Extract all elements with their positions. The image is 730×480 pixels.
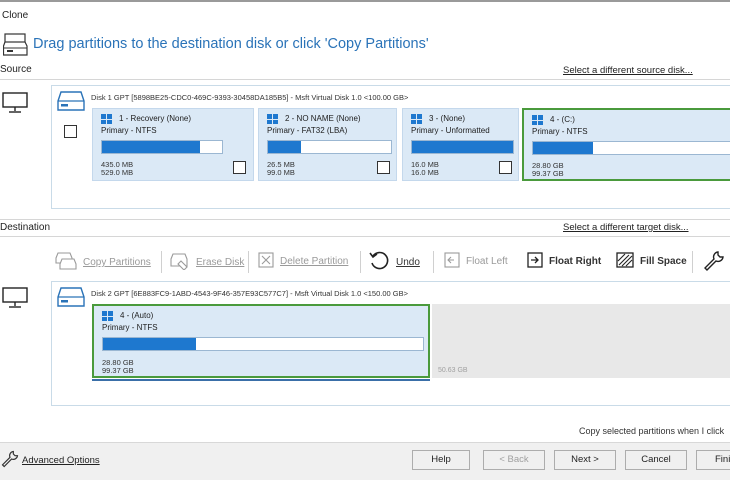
computer-icon — [2, 92, 28, 114]
page-title: Drag partitions to the destination disk … — [33, 36, 429, 52]
partition-usage-bar — [411, 140, 514, 154]
partition-usage-fill — [103, 338, 196, 350]
float-left-button[interactable]: Float Left — [444, 252, 508, 271]
copy-partitions-button[interactable]: Copy Partitions — [55, 252, 151, 273]
partition-total: 99.37 GB — [532, 169, 564, 178]
copy-note: Copy selected partitions when I click — [579, 426, 725, 436]
wrench-icon[interactable] — [702, 249, 726, 278]
back-button[interactable]: < Back — [483, 450, 545, 470]
partition-checkbox[interactable] — [233, 161, 246, 174]
source-disk-info: Disk 1 GPT [5898BE25-CDC0-469C-9393-3045… — [91, 93, 409, 102]
destination-label: Destination — [0, 222, 51, 233]
computer-icon — [2, 287, 28, 309]
select-source-disk-link[interactable]: Select a different source disk... — [563, 65, 693, 76]
partition-total: 16.0 MB — [411, 168, 439, 177]
fill-space-icon — [616, 252, 634, 271]
destination-partition[interactable]: 4 - (Auto) Primary - NTFS 28.80 GB 99.37… — [92, 304, 430, 378]
delete-partition-icon — [258, 252, 274, 271]
source-disk-icon — [57, 91, 85, 111]
copy-partitions-icon — [55, 252, 77, 273]
erase-disk-label: Erase Disk — [196, 257, 245, 268]
windows-logo-icon — [267, 114, 278, 124]
destination-divider — [0, 236, 730, 237]
delete-partition-button[interactable]: Delete Partition — [258, 252, 348, 271]
partition-name: 1 - Recovery (None) — [119, 114, 192, 123]
delete-partition-label: Delete Partition — [280, 256, 349, 267]
toolbar-separator — [692, 251, 693, 273]
partition-checkbox[interactable] — [499, 161, 512, 174]
float-right-label: Float Right — [549, 256, 602, 267]
source-divider — [0, 79, 730, 80]
destination-disk-icon — [57, 287, 85, 307]
copy-partitions-label: Copy Partitions — [83, 257, 151, 268]
partition-type: Primary - NTFS — [101, 126, 157, 135]
source-partition-4[interactable]: 4 - (C:) Primary - NTFS 28.80 GB 99.37 G… — [522, 108, 730, 181]
partition-usage-bar — [267, 140, 392, 154]
partition-type: Primary - Unformatted — [411, 126, 490, 135]
unallocated-size: 50.63 GB — [438, 367, 468, 374]
partition-type: Primary - NTFS — [102, 323, 158, 332]
undo-button[interactable]: Undo — [368, 250, 420, 275]
partition-usage-bar — [101, 140, 223, 154]
next-button[interactable]: Next > — [554, 450, 616, 470]
partition-checkbox[interactable] — [377, 161, 390, 174]
toolbar-separator — [161, 251, 162, 273]
window-title: Clone — [2, 10, 29, 21]
cancel-button[interactable]: Cancel — [625, 450, 687, 470]
undo-label: Undo — [396, 257, 420, 268]
toolbar-separator — [360, 251, 361, 273]
partition-usage-fill — [533, 142, 594, 154]
help-button[interactable]: Help — [412, 450, 470, 470]
partition-usage-fill — [268, 141, 302, 153]
erase-disk-button[interactable]: Erase Disk — [170, 252, 244, 273]
source-label: Source — [0, 64, 32, 75]
source-partition-3[interactable]: 3 - (None) Primary - Unformatted 16.0 MB… — [402, 108, 519, 181]
toolbar-separator — [433, 251, 434, 273]
float-left-icon — [444, 252, 460, 271]
partition-total: 99.37 GB — [102, 366, 134, 375]
windows-logo-icon — [532, 115, 543, 125]
erase-disk-icon — [170, 252, 190, 273]
source-partition-1[interactable]: 1 - Recovery (None) Primary - NTFS 435.0… — [92, 108, 254, 181]
destination-top-divider — [0, 219, 730, 220]
partition-usage-fill — [412, 141, 513, 153]
select-target-disk-link[interactable]: Select a different target disk... — [563, 222, 689, 233]
float-left-label: Float Left — [466, 256, 508, 267]
float-right-button[interactable]: Float Right — [527, 252, 601, 271]
advanced-options-link[interactable]: Advanced Options — [22, 455, 100, 466]
partition-name: 4 - (Auto) — [120, 311, 154, 320]
partition-usage-bar — [532, 141, 730, 155]
window-top-border — [0, 0, 730, 2]
float-right-icon — [527, 252, 543, 271]
bottom-bar — [0, 442, 730, 480]
unallocated-space[interactable]: 50.63 GB — [432, 304, 730, 378]
fill-space-label: Fill Space — [640, 256, 687, 267]
partition-name: 4 - (C:) — [550, 115, 575, 124]
clone-disk-icon — [2, 33, 29, 57]
partition-total: 99.0 MB — [267, 168, 295, 177]
finish-button[interactable]: Fini — [696, 450, 730, 470]
undo-icon — [368, 250, 390, 275]
source-partition-2[interactable]: 2 - NO NAME (None) Primary - FAT32 (LBA)… — [258, 108, 397, 181]
destination-disk-info: Disk 2 GPT [6E883FC9-1ABD-4543-9F46-357E… — [91, 289, 408, 298]
partition-usage-fill — [102, 141, 201, 153]
destination-partition-underline — [92, 379, 430, 381]
source-disk-checkbox[interactable] — [64, 125, 77, 138]
partition-type: Primary - NTFS — [532, 127, 588, 136]
windows-logo-icon — [411, 114, 422, 124]
toolbar-separator — [248, 251, 249, 273]
partition-total: 529.0 MB — [101, 168, 134, 177]
windows-logo-icon — [102, 311, 113, 321]
partition-name: 2 - NO NAME (None) — [285, 114, 361, 123]
partition-name: 3 - (None) — [429, 114, 466, 123]
partition-type: Primary - FAT32 (LBA) — [267, 126, 348, 135]
partition-usage-bar — [102, 337, 424, 351]
fill-space-button[interactable]: Fill Space — [616, 252, 687, 271]
windows-logo-icon — [101, 114, 112, 124]
advanced-options-icon — [0, 449, 20, 474]
